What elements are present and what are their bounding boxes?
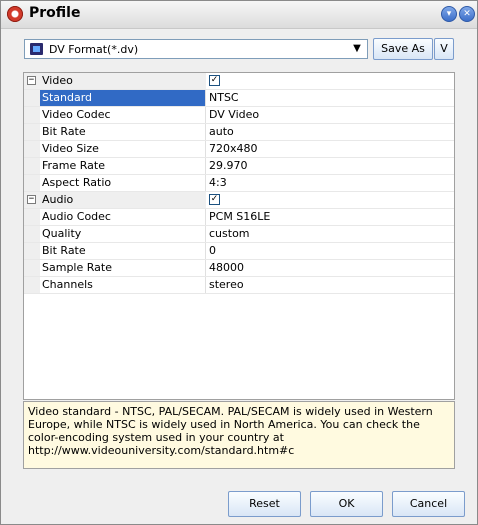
property-value[interactable]: 4:3: [206, 175, 452, 191]
table-row[interactable]: Quality custom: [24, 226, 454, 243]
description-panel: Video standard - NTSC, PAL/SECAM. PAL/SE…: [23, 401, 455, 469]
property-name: Aspect Ratio: [40, 175, 206, 191]
film-icon: [30, 43, 43, 55]
property-grid: − Video ✓ Standard NTSC Video Codec DV V…: [23, 72, 455, 400]
minimize-icon[interactable]: ▾: [441, 6, 457, 22]
property-name: Standard: [40, 90, 206, 106]
profile-window: Profile ▾ ✕ DV Format(*.dv) ▼ Save As V …: [0, 0, 478, 525]
property-name: Sample Rate: [40, 260, 206, 276]
chevron-down-icon[interactable]: ▼: [350, 42, 364, 56]
category-label: Audio: [40, 192, 206, 208]
cancel-button[interactable]: Cancel: [392, 491, 465, 517]
save-as-dropdown-button[interactable]: V: [434, 38, 454, 60]
table-row[interactable]: Video Codec DV Video: [24, 107, 454, 124]
reset-button[interactable]: Reset: [228, 491, 301, 517]
property-name: Bit Rate: [40, 124, 206, 140]
property-name: Channels: [40, 277, 206, 293]
property-name: Video Codec: [40, 107, 206, 123]
property-name: Video Size: [40, 141, 206, 157]
property-value[interactable]: 0: [206, 243, 452, 259]
collapse-icon[interactable]: −: [27, 76, 36, 85]
property-name: Frame Rate: [40, 158, 206, 174]
title-bar: Profile ▾ ✕: [1, 1, 477, 29]
table-row[interactable]: Standard NTSC: [24, 90, 454, 107]
table-row[interactable]: Frame Rate 29.970: [24, 158, 454, 175]
property-value[interactable]: auto: [206, 124, 452, 140]
category-label: Video: [40, 73, 206, 89]
save-as-button[interactable]: Save As: [373, 38, 433, 60]
window-title: Profile: [29, 5, 81, 21]
table-row[interactable]: Bit Rate 0: [24, 243, 454, 260]
property-name: Audio Codec: [40, 209, 206, 225]
property-value[interactable]: NTSC: [206, 90, 452, 106]
video-enable-checkbox[interactable]: ✓: [209, 74, 220, 86]
category-audio[interactable]: − Audio ✓: [24, 192, 454, 209]
property-name: Quality: [40, 226, 206, 242]
table-row[interactable]: Sample Rate 48000: [24, 260, 454, 277]
format-dropdown[interactable]: DV Format(*.dv) ▼: [24, 39, 368, 59]
table-row[interactable]: Video Size 720x480: [24, 141, 454, 158]
table-row[interactable]: Bit Rate auto: [24, 124, 454, 141]
property-value[interactable]: 720x480: [206, 141, 452, 157]
property-value[interactable]: 48000: [206, 260, 452, 276]
audio-enable-checkbox[interactable]: ✓: [209, 193, 220, 205]
property-value[interactable]: custom: [206, 226, 452, 242]
property-value[interactable]: PCM S16LE: [206, 209, 452, 225]
ok-button[interactable]: OK: [310, 491, 383, 517]
category-video[interactable]: − Video ✓: [24, 73, 454, 90]
property-value[interactable]: DV Video: [206, 107, 452, 123]
property-value[interactable]: stereo: [206, 277, 452, 293]
table-row[interactable]: Aspect Ratio 4:3: [24, 175, 454, 192]
table-row[interactable]: Channels stereo: [24, 277, 454, 294]
format-value: DV Format(*.dv): [49, 43, 139, 56]
table-row[interactable]: Audio Codec PCM S16LE: [24, 209, 454, 226]
property-name: Bit Rate: [40, 243, 206, 259]
app-icon: [7, 6, 23, 22]
close-icon[interactable]: ✕: [459, 6, 475, 22]
property-value[interactable]: 29.970: [206, 158, 452, 174]
collapse-icon[interactable]: −: [27, 195, 36, 204]
